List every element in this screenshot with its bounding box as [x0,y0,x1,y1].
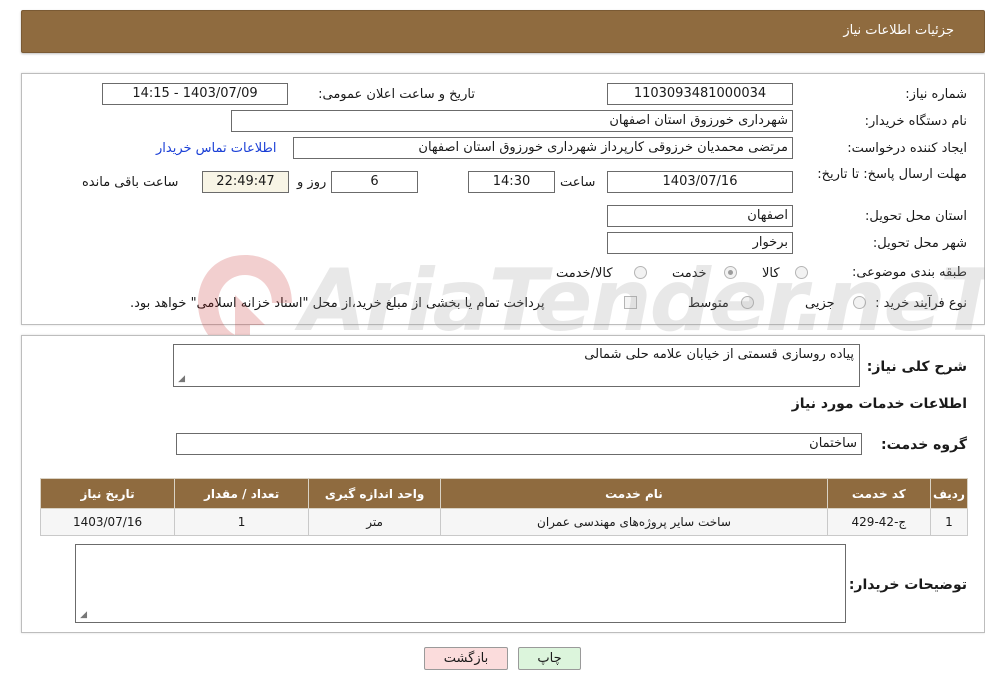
services-section-title: اطلاعات خدمات مورد نیاز [791,396,967,412]
need-number-field: 1103093481000034 [607,83,793,105]
back-button[interactable]: بازگشت [424,647,508,670]
col-need-date: تاریخ نیاز [39,478,176,509]
col-row-number: ردیف [929,478,969,509]
category-goods-service-label: کالا/خدمت [556,266,613,281]
buyer-contact-link[interactable]: اطلاعات تماس خریدار [156,141,276,156]
buyer-notes-textarea[interactable]: ◢ [75,544,846,623]
cell-service-code: ج-42-429 [826,508,931,536]
table-row: 1 ج-42-429 ساخت سایر پروژه‌های مهندسی عم… [39,508,969,536]
province-field: اصفهان [607,205,793,227]
print-button[interactable]: چاپ [518,647,581,670]
table-header-row: ردیف کد خدمت نام خدمت واحد اندازه گیری ت… [39,478,969,509]
process-radio-medium[interactable] [741,295,754,310]
services-table: ردیف کد خدمت نام خدمت واحد اندازه گیری ت… [39,478,969,536]
category-radio-goods[interactable] [795,265,808,280]
category-radio-service[interactable] [724,265,737,280]
remaining-time-field: 22:49:47 [202,171,289,193]
requester-field: مرتضی محمدیان خرزوقی کارپرداز شهرداری خو… [293,137,793,159]
process-label: نوع فرآیند خرید : [875,296,967,311]
cell-service-name: ساخت سایر پروژه‌های مهندسی عمران [440,508,828,536]
deadline-date-field: 1403/07/16 [607,171,793,193]
cell-unit: متر [308,508,442,536]
buyer-org-field: شهرداری خورزوق استان اصفهان [231,110,793,132]
process-radio-minor[interactable] [853,295,866,310]
category-service-label: خدمت [672,266,707,281]
days-field: 6 [331,171,418,193]
deadline-time-field: 14:30 [468,171,555,193]
page-header: جزئیات اطلاعات نیاز [21,10,985,53]
requester-label: ایجاد کننده درخواست: [847,141,967,156]
remaining-label: ساعت باقی مانده [82,175,179,190]
city-label: شهر محل تحویل: [872,236,967,251]
buyer-notes-label: توضیحات خریدار: [848,577,967,593]
deadline-label: مهلت ارسال پاسخ: تا تاریخ: [817,167,967,182]
col-unit: واحد اندازه گیری [308,478,442,509]
province-label: استان محل تحویل: [865,209,967,224]
general-desc-text: پیاده روسازی قسمتی از خیابان علامه حلی ش… [584,347,854,362]
buyer-org-label: نام دستگاه خریدار: [864,114,967,129]
payment-note: پرداخت تمام یا بخشی از مبلغ خرید،از محل … [130,296,545,311]
service-group-label: گروه خدمت: [881,437,967,453]
cell-need-date: 1403/07/16 [39,508,176,536]
category-label: طبقه بندی موضوعی: [851,265,967,280]
deadline-time-label: ساعت [560,175,596,190]
process-minor-label: جزیی [805,296,835,311]
days-label: روز و [297,175,327,190]
resize-grip-icon[interactable]: ◢ [78,611,87,620]
col-service-code: کد خدمت [826,478,931,509]
cell-quantity: 1 [174,508,310,536]
service-group-field: ساختمان [176,433,862,455]
process-medium-label: متوسط [688,296,729,311]
resize-grip-icon[interactable]: ◢ [176,375,185,384]
need-number-label: شماره نیاز: [905,87,967,102]
general-desc-label: شرح کلی نیاز: [866,359,967,375]
cell-row-number: 1 [929,508,969,536]
announce-datetime-label: تاریخ و ساعت اعلان عمومی: [318,87,475,102]
city-field: برخوار [607,232,793,254]
page-title: جزئیات اطلاعات نیاز [843,23,954,38]
general-desc-textarea[interactable]: پیاده روسازی قسمتی از خیابان علامه حلی ش… [173,344,860,387]
category-radio-goods-service[interactable] [634,265,647,280]
payment-checkbox[interactable] [624,295,637,310]
col-service-name: نام خدمت [440,478,828,509]
col-quantity: تعداد / مقدار [174,478,310,509]
category-goods-label: کالا [762,266,780,281]
announce-datetime-field: 1403/07/09 - 14:15 [102,83,288,105]
